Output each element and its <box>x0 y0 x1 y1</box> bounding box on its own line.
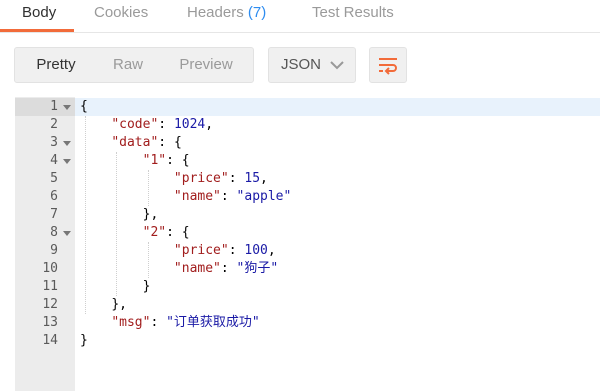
format-select[interactable]: JSON <box>268 47 356 83</box>
line-number: 9 <box>50 243 58 258</box>
code-text: "name": "apple" <box>173 189 292 204</box>
line-number: 12 <box>42 297 58 312</box>
line-number: 13 <box>42 315 58 330</box>
code-line[interactable]: 8 "2": { <box>15 224 600 242</box>
format-select-value: JSON <box>281 56 322 73</box>
wrap-lines-button[interactable] <box>369 47 407 83</box>
code-line[interactable]: 10 "name": "狗子" <box>15 260 600 278</box>
code-text: "price": 15, <box>173 171 268 186</box>
tab-headers[interactable]: Headers (7) <box>187 4 266 24</box>
code-line[interactable]: 1{ <box>15 98 600 116</box>
line-number: 2 <box>50 117 58 132</box>
code-line[interactable]: 9 "price": 100, <box>15 242 600 260</box>
line-number: 6 <box>50 189 58 204</box>
code-line[interactable]: 14} <box>15 332 600 350</box>
fold-toggle-icon[interactable] <box>63 231 71 236</box>
view-mode-segmented-control: Pretty Raw Preview <box>14 47 254 83</box>
code-text: "price": 100, <box>173 243 276 258</box>
fold-toggle-icon[interactable] <box>63 159 71 164</box>
code-text: } <box>142 279 151 294</box>
code-line[interactable]: 13 "msg": "订单获取成功" <box>15 314 600 332</box>
line-number: 8 <box>50 225 58 240</box>
code-line[interactable]: 12 }, <box>15 296 600 314</box>
tab-body-label: Body <box>22 4 57 21</box>
code-line[interactable]: 11 } <box>15 278 600 296</box>
line-number: 5 <box>50 171 58 186</box>
code-text: }, <box>111 297 127 312</box>
response-viewer: Body Cookies Headers (7) Test Results Pr… <box>0 0 600 391</box>
code-line[interactable]: 3 "data": { <box>15 134 600 152</box>
response-tabs: Body Cookies Headers (7) Test Results <box>0 0 600 33</box>
pretty-button[interactable]: Pretty <box>15 48 97 82</box>
headers-count-badge: (7) <box>247 4 267 21</box>
preview-button[interactable]: Preview <box>159 48 253 82</box>
code-text: }, <box>142 207 159 222</box>
code-line[interactable]: 4 "1": { <box>15 152 600 170</box>
line-number: 1 <box>50 99 58 114</box>
raw-button[interactable]: Raw <box>97 48 159 82</box>
line-number: 14 <box>42 333 58 348</box>
wrap-lines-icon <box>379 58 397 75</box>
line-number: 10 <box>42 261 58 276</box>
fold-toggle-icon[interactable] <box>63 105 71 110</box>
line-number: 3 <box>50 135 58 150</box>
code-line[interactable]: 6 "name": "apple" <box>15 188 600 206</box>
tab-test-results[interactable]: Test Results <box>312 4 394 24</box>
line-number: 7 <box>50 207 58 222</box>
code-line[interactable]: 5 "price": 15, <box>15 170 600 188</box>
fold-toggle-icon[interactable] <box>63 141 71 146</box>
code-text: "2": { <box>142 225 190 240</box>
code-line[interactable]: 7 }, <box>15 206 600 224</box>
json-editor[interactable]: 1{2 "code": 1024, 3 "data": {4 "1": {5 "p… <box>15 97 600 391</box>
active-tab-indicator <box>0 29 74 32</box>
line-number: 11 <box>42 279 58 294</box>
code-text: "msg": "订单获取成功" <box>111 315 260 330</box>
code-text: "name": "狗子" <box>173 261 279 276</box>
code-text: "1": { <box>142 153 190 168</box>
tab-test-results-label: Test Results <box>312 4 394 21</box>
code-text: } <box>80 333 88 348</box>
code-text: "data": { <box>111 135 182 150</box>
code-text: "code": 1024, <box>111 117 214 132</box>
tab-cookies-label: Cookies <box>94 4 149 21</box>
tab-body[interactable]: Body <box>22 4 56 24</box>
code-text: { <box>80 99 88 114</box>
chevron-down-icon <box>330 61 344 70</box>
line-number: 4 <box>50 153 58 168</box>
tab-cookies[interactable]: Cookies <box>94 4 148 24</box>
tab-headers-label: Headers <box>187 4 244 21</box>
code-line[interactable]: 2 "code": 1024, <box>15 116 600 134</box>
